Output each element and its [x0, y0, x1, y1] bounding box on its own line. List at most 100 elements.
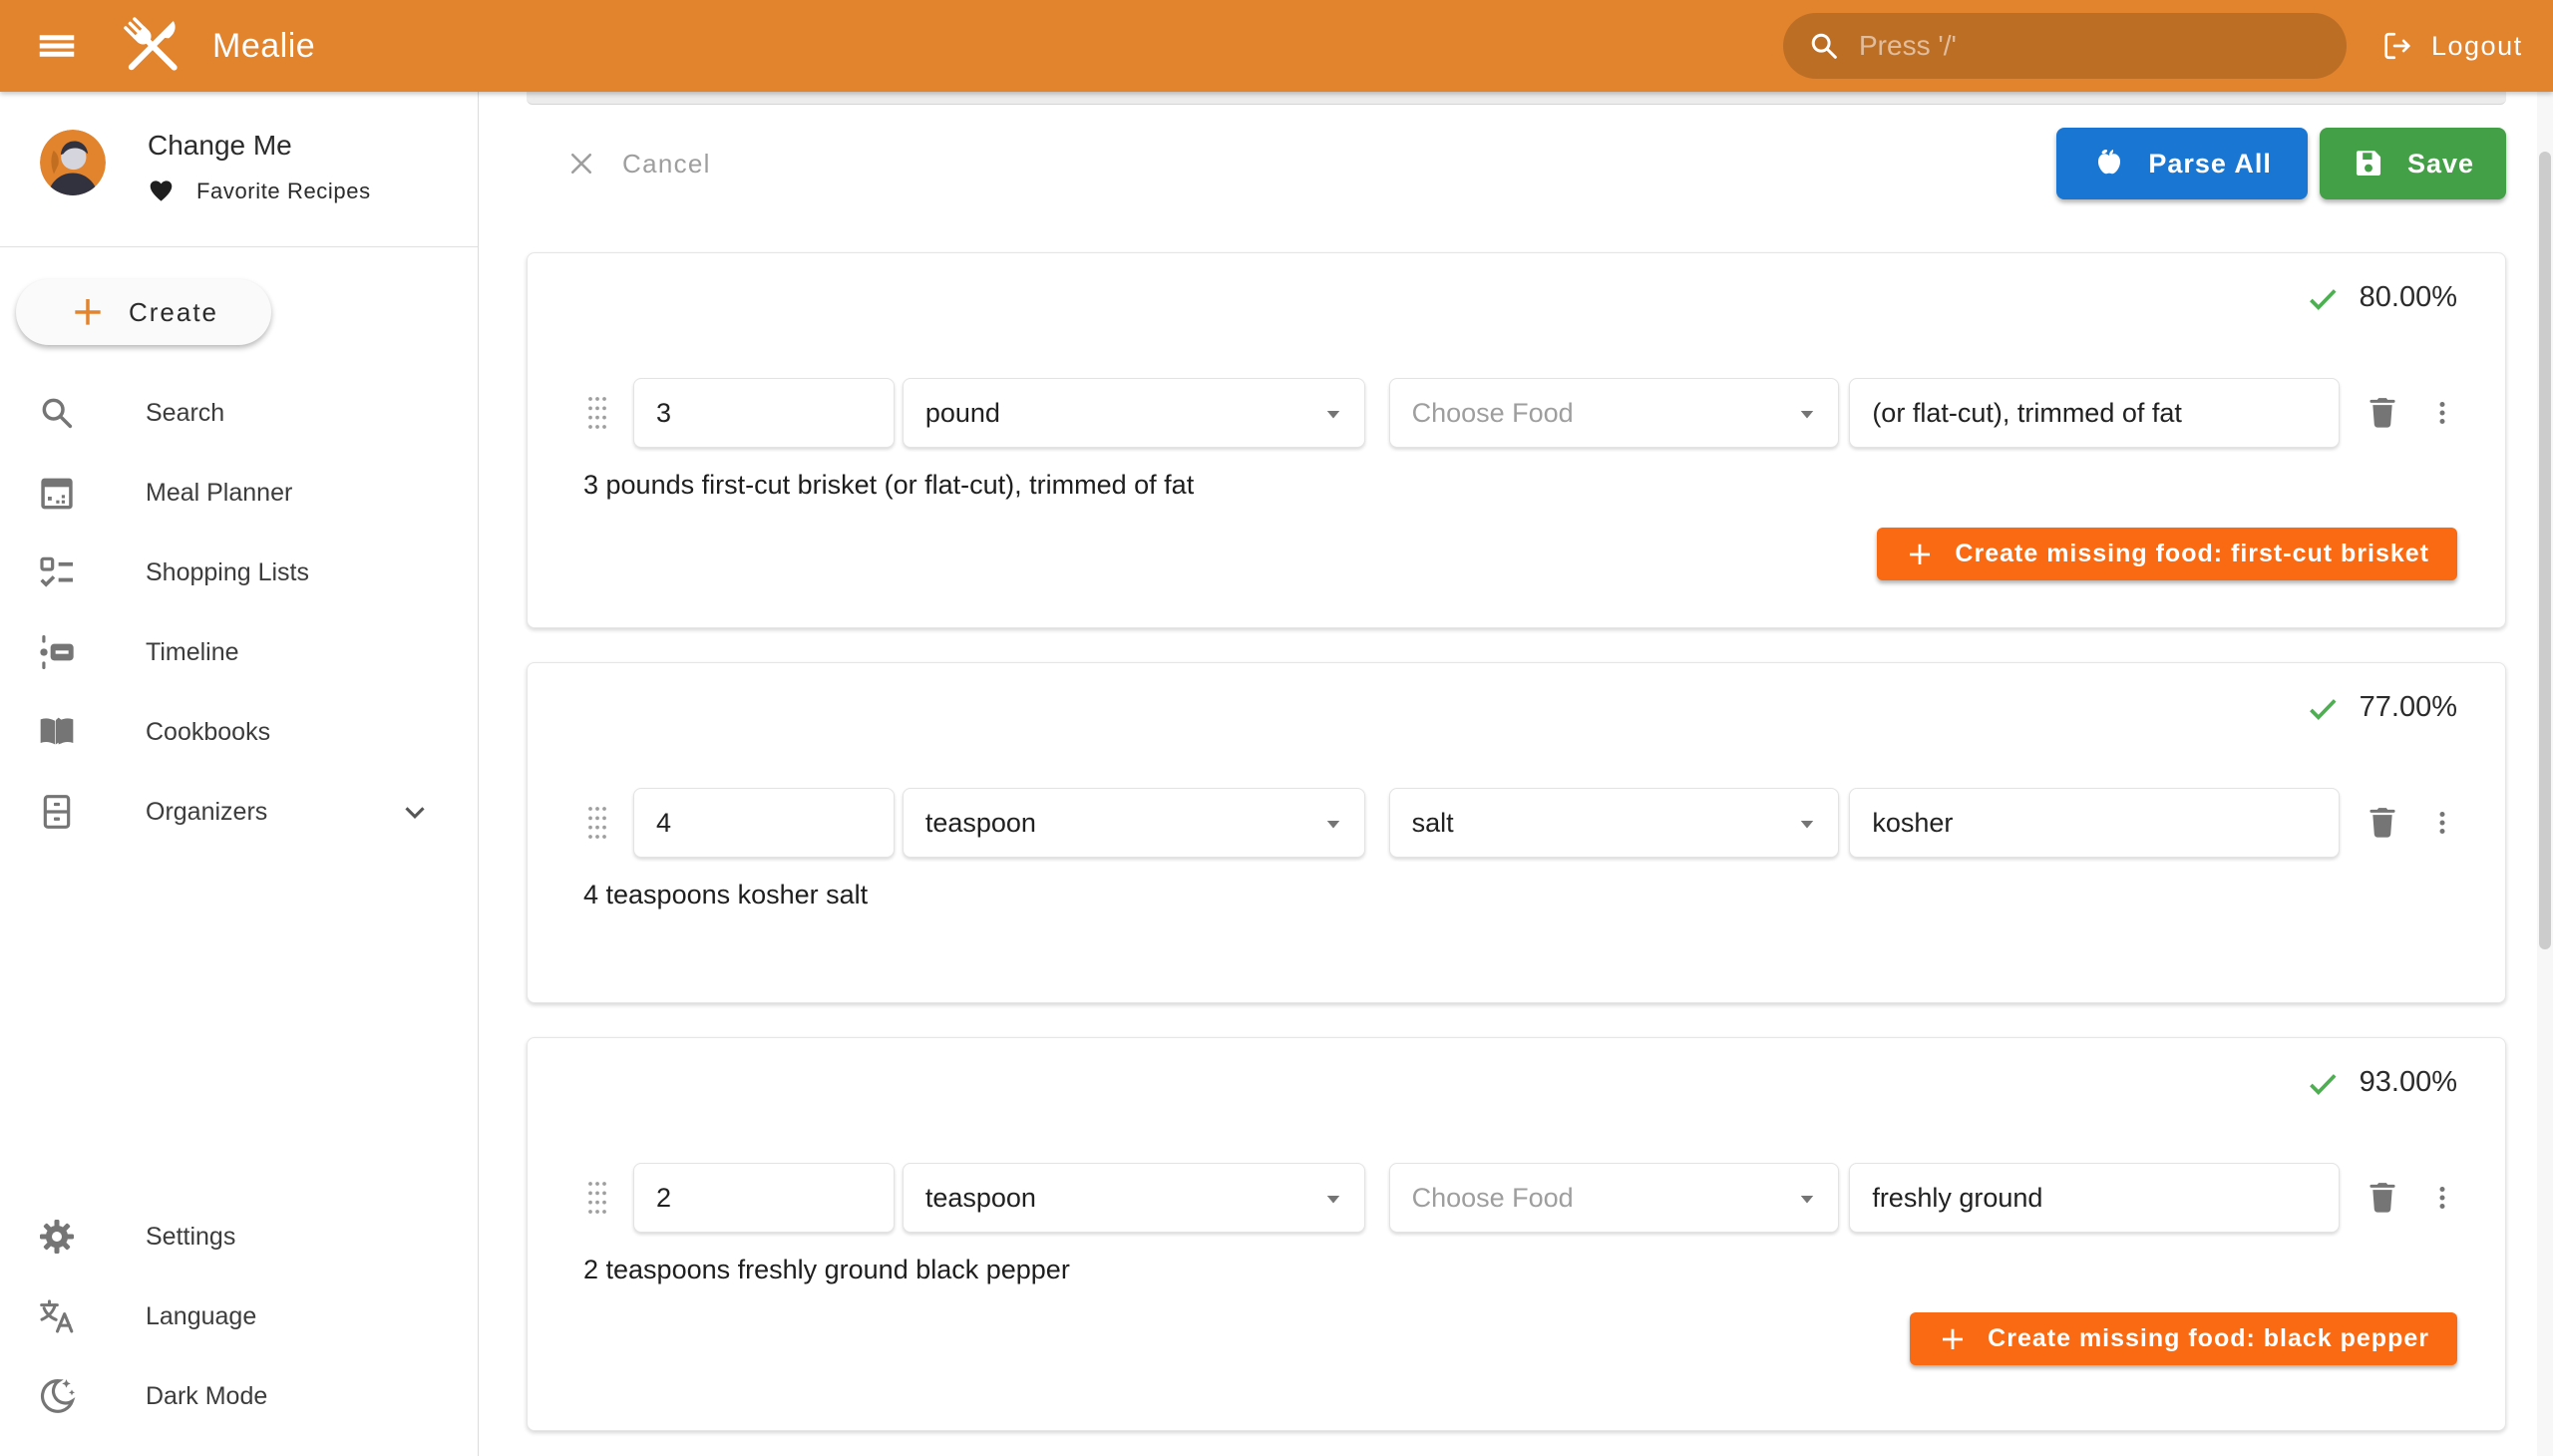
more-options-button[interactable] — [2427, 391, 2457, 435]
quantity-input[interactable]: 3 — [633, 378, 895, 448]
unit-value: teaspoon — [925, 808, 1036, 839]
sidebar-item-cookbooks[interactable]: Cookbooks — [0, 692, 478, 772]
create-label: Create — [129, 297, 218, 328]
food-select[interactable]: salt — [1389, 788, 1840, 858]
search-icon — [1807, 29, 1841, 63]
kebab-menu-icon — [2427, 801, 2457, 845]
gear-icon — [37, 1217, 77, 1257]
delete-button[interactable] — [2364, 392, 2401, 434]
dropdown-arrow-icon — [1318, 399, 1348, 429]
dropdown-arrow-icon — [1792, 1184, 1822, 1214]
plus-icon — [1938, 1324, 1968, 1354]
sidebar-item-organizers[interactable]: Organizers — [0, 772, 478, 852]
original-ingredient-text: 3 pounds first-cut brisket (or flat-cut)… — [583, 470, 2457, 501]
food-placeholder: Choose Food — [1412, 1183, 1574, 1214]
sidebar-footer: Settings Language Dark Mode — [0, 1197, 478, 1456]
more-options-button[interactable] — [2427, 1176, 2457, 1220]
scrollbar-thumb[interactable] — [2539, 152, 2551, 949]
check-icon — [2306, 691, 2340, 725]
create-missing-food-button[interactable]: Create missing food: first-cut brisket — [1877, 528, 2457, 580]
favorite-recipes-link[interactable]: Favorite Recipes — [148, 178, 371, 204]
chevron-down-icon — [398, 795, 432, 829]
search-input[interactable] — [1859, 30, 2323, 62]
create-missing-food-button[interactable]: Create missing food: black pepper — [1910, 1312, 2457, 1365]
search-icon — [37, 393, 77, 433]
sidebar-item-search[interactable]: Search — [0, 373, 478, 453]
unit-select[interactable]: pound — [903, 378, 1365, 448]
parse-all-button[interactable]: Parse All — [2056, 128, 2308, 199]
dropdown-arrow-icon — [1318, 809, 1348, 839]
calendar-icon — [37, 473, 77, 513]
trash-icon — [2364, 1177, 2401, 1219]
save-label: Save — [2407, 149, 2474, 180]
sidebar-item-label: Cookbooks — [146, 718, 270, 747]
food-select[interactable]: Choose Food — [1389, 1163, 1840, 1233]
checklist-icon — [37, 552, 77, 592]
create-missing-food-label: Create missing food: first-cut brisket — [1955, 540, 2429, 568]
dropdown-arrow-icon — [1792, 809, 1822, 839]
create-button[interactable]: Create — [16, 279, 271, 345]
plus-icon — [1905, 540, 1935, 569]
favorite-recipes-label: Favorite Recipes — [196, 179, 371, 204]
delete-button[interactable] — [2364, 802, 2401, 844]
note-input[interactable]: freshly ground — [1849, 1163, 2340, 1233]
more-options-button[interactable] — [2427, 801, 2457, 845]
main-content: Cancel Parse All Save 80.00% — [479, 92, 2553, 1456]
unit-value: pound — [925, 398, 1000, 429]
mealie-logo-icon — [117, 10, 188, 82]
profile-section: Change Me Favorite Recipes — [40, 130, 478, 204]
sidebar-item-meal-planner[interactable]: Meal Planner — [0, 453, 478, 533]
heart-icon — [148, 178, 175, 204]
confidence-value: 93.00% — [2360, 1066, 2457, 1099]
sidebar-item-label: Dark Mode — [146, 1382, 267, 1411]
sidebar-item-settings[interactable]: Settings — [0, 1197, 478, 1276]
cancel-button[interactable]: Cancel — [566, 149, 711, 180]
translate-icon — [37, 1296, 77, 1336]
parser-toolbar: Cancel Parse All Save — [527, 128, 2506, 199]
confidence-value: 77.00% — [2360, 691, 2457, 724]
confidence-row: 77.00% — [583, 691, 2457, 724]
moon-stars-icon — [37, 1376, 77, 1416]
drag-handle[interactable] — [583, 393, 611, 433]
apple-icon — [2092, 147, 2126, 181]
note-input[interactable]: (or flat-cut), trimmed of fat — [1849, 378, 2340, 448]
confidence-row: 93.00% — [583, 1066, 2457, 1099]
food-select[interactable]: Choose Food — [1389, 378, 1840, 448]
confidence-value: 80.00% — [2360, 281, 2457, 314]
menu-button[interactable] — [33, 22, 81, 70]
ingredient-row: 3 pound Choose Food (or flat-cut), trimm… — [583, 378, 2457, 448]
original-ingredient-text: 4 teaspoons kosher salt — [583, 880, 2457, 910]
drag-handle[interactable] — [583, 1178, 611, 1218]
unit-value: teaspoon — [925, 1183, 1036, 1214]
save-button[interactable]: Save — [2320, 128, 2506, 199]
parse-all-label: Parse All — [2148, 149, 2272, 180]
scrollbar-track[interactable] — [2537, 92, 2553, 1456]
trash-icon — [2364, 392, 2401, 434]
logout-icon — [2381, 30, 2413, 62]
quantity-input[interactable]: 4 — [633, 788, 895, 858]
sidebar-item-shopping-lists[interactable]: Shopping Lists — [0, 533, 478, 612]
kebab-menu-icon — [2427, 391, 2457, 435]
search-bar[interactable] — [1783, 13, 2347, 79]
avatar[interactable] — [40, 130, 106, 195]
ingredient-row: 2 teaspoon Choose Food freshly ground — [583, 1163, 2457, 1233]
logout-label: Logout — [2431, 31, 2523, 62]
sidebar-item-language[interactable]: Language — [0, 1276, 478, 1356]
logout-button[interactable]: Logout — [2381, 10, 2531, 82]
sidebar-item-timeline[interactable]: Timeline — [0, 612, 478, 692]
note-input[interactable]: kosher — [1849, 788, 2340, 858]
sidebar-item-dark-mode[interactable]: Dark Mode — [0, 1356, 478, 1436]
cabinet-icon — [37, 792, 77, 832]
drag-handle[interactable] — [583, 803, 611, 843]
unit-select[interactable]: teaspoon — [903, 1163, 1365, 1233]
sidebar-divider — [0, 246, 478, 247]
ingredient-card: 80.00% 3 pound Choose Food (or flat-cut)… — [527, 252, 2506, 628]
cancel-label: Cancel — [622, 149, 711, 180]
sidebar-item-label: Search — [146, 399, 224, 428]
sidebar-item-label: Settings — [146, 1223, 235, 1252]
delete-button[interactable] — [2364, 1177, 2401, 1219]
ingredient-card: 93.00% 2 teaspoon Choose Food freshly gr… — [527, 1037, 2506, 1431]
original-ingredient-text: 2 teaspoons freshly ground black pepper — [583, 1255, 2457, 1285]
quantity-input[interactable]: 2 — [633, 1163, 895, 1233]
unit-select[interactable]: teaspoon — [903, 788, 1365, 858]
